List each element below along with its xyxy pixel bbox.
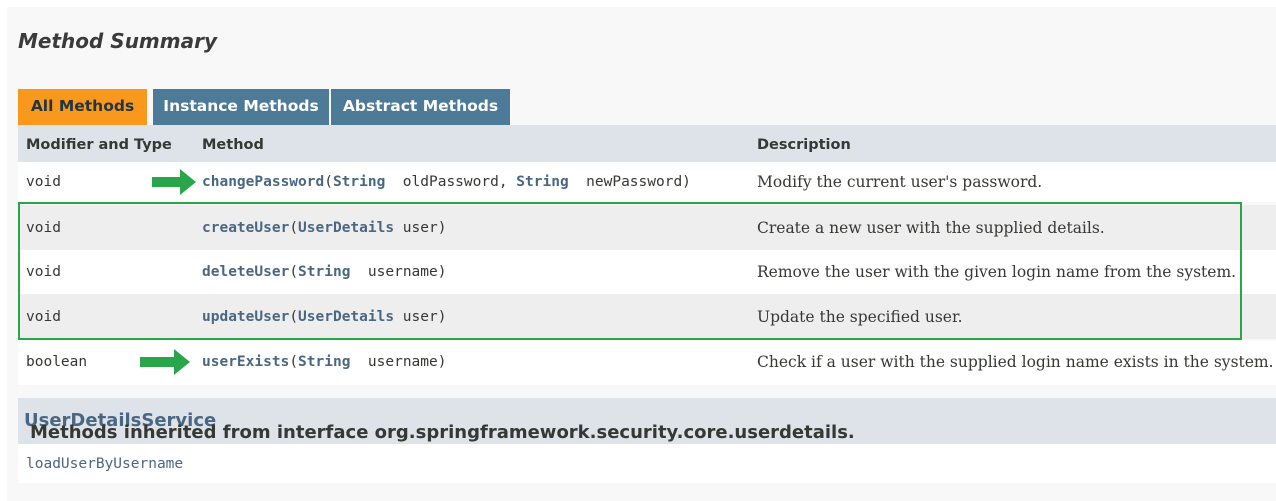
tab-instance-methods[interactable]: Instance Methods (153, 89, 329, 125)
param-type-link[interactable]: String (298, 354, 350, 370)
section-title: Method Summary (18, 29, 218, 53)
modifier-type: void (26, 174, 61, 190)
signature-paren: ( (324, 174, 333, 190)
method-description: Modify the current user's password. (757, 173, 1043, 191)
header-modifier-type: Modifier and Type (26, 137, 172, 153)
method-link-changepassword[interactable]: changePassword (202, 174, 324, 190)
param-name: newPassword) (568, 174, 691, 190)
param-type-link[interactable]: String (333, 174, 385, 190)
inherited-methods-header: Methods inherited from interface org.spr… (18, 398, 1276, 444)
inherited-heading: Methods inherited from interface org.spr… (24, 410, 855, 443)
method-signature: userExists(String username) (202, 354, 446, 370)
table-header-row: Modifier and Type Method Description (18, 125, 1276, 162)
arrow-right-icon (140, 349, 190, 375)
param-type-link[interactable]: String (516, 174, 568, 190)
param-name: username) (350, 354, 447, 370)
table-row: void changePassword(String oldPassword, … (18, 162, 1276, 202)
method-signature: changePassword(String oldPassword, Strin… (202, 174, 691, 190)
inherited-method-link[interactable]: loadUserByUsername (26, 456, 183, 472)
arrow-right-icon (152, 169, 196, 195)
param-name: oldPassword, (385, 174, 517, 190)
inherited-heading-prefix: Methods inherited from interface org.spr… (30, 422, 855, 443)
signature-paren: ( (289, 354, 299, 370)
tab-abstract-methods[interactable]: Abstract Methods (331, 89, 510, 125)
annotation-highlight-box (18, 202, 1242, 340)
method-description: Check if a user with the supplied login … (757, 353, 1274, 371)
header-method: Method (202, 137, 264, 153)
table-row: boolean userExists(String username) Chec… (18, 341, 1276, 385)
tab-all-methods[interactable]: All Methods (18, 89, 147, 125)
modifier-type: boolean (26, 354, 88, 370)
header-description: Description (757, 137, 851, 153)
method-link-userexists[interactable]: userExists (202, 354, 289, 370)
inherited-methods-list: loadUserByUsername (18, 444, 1276, 483)
